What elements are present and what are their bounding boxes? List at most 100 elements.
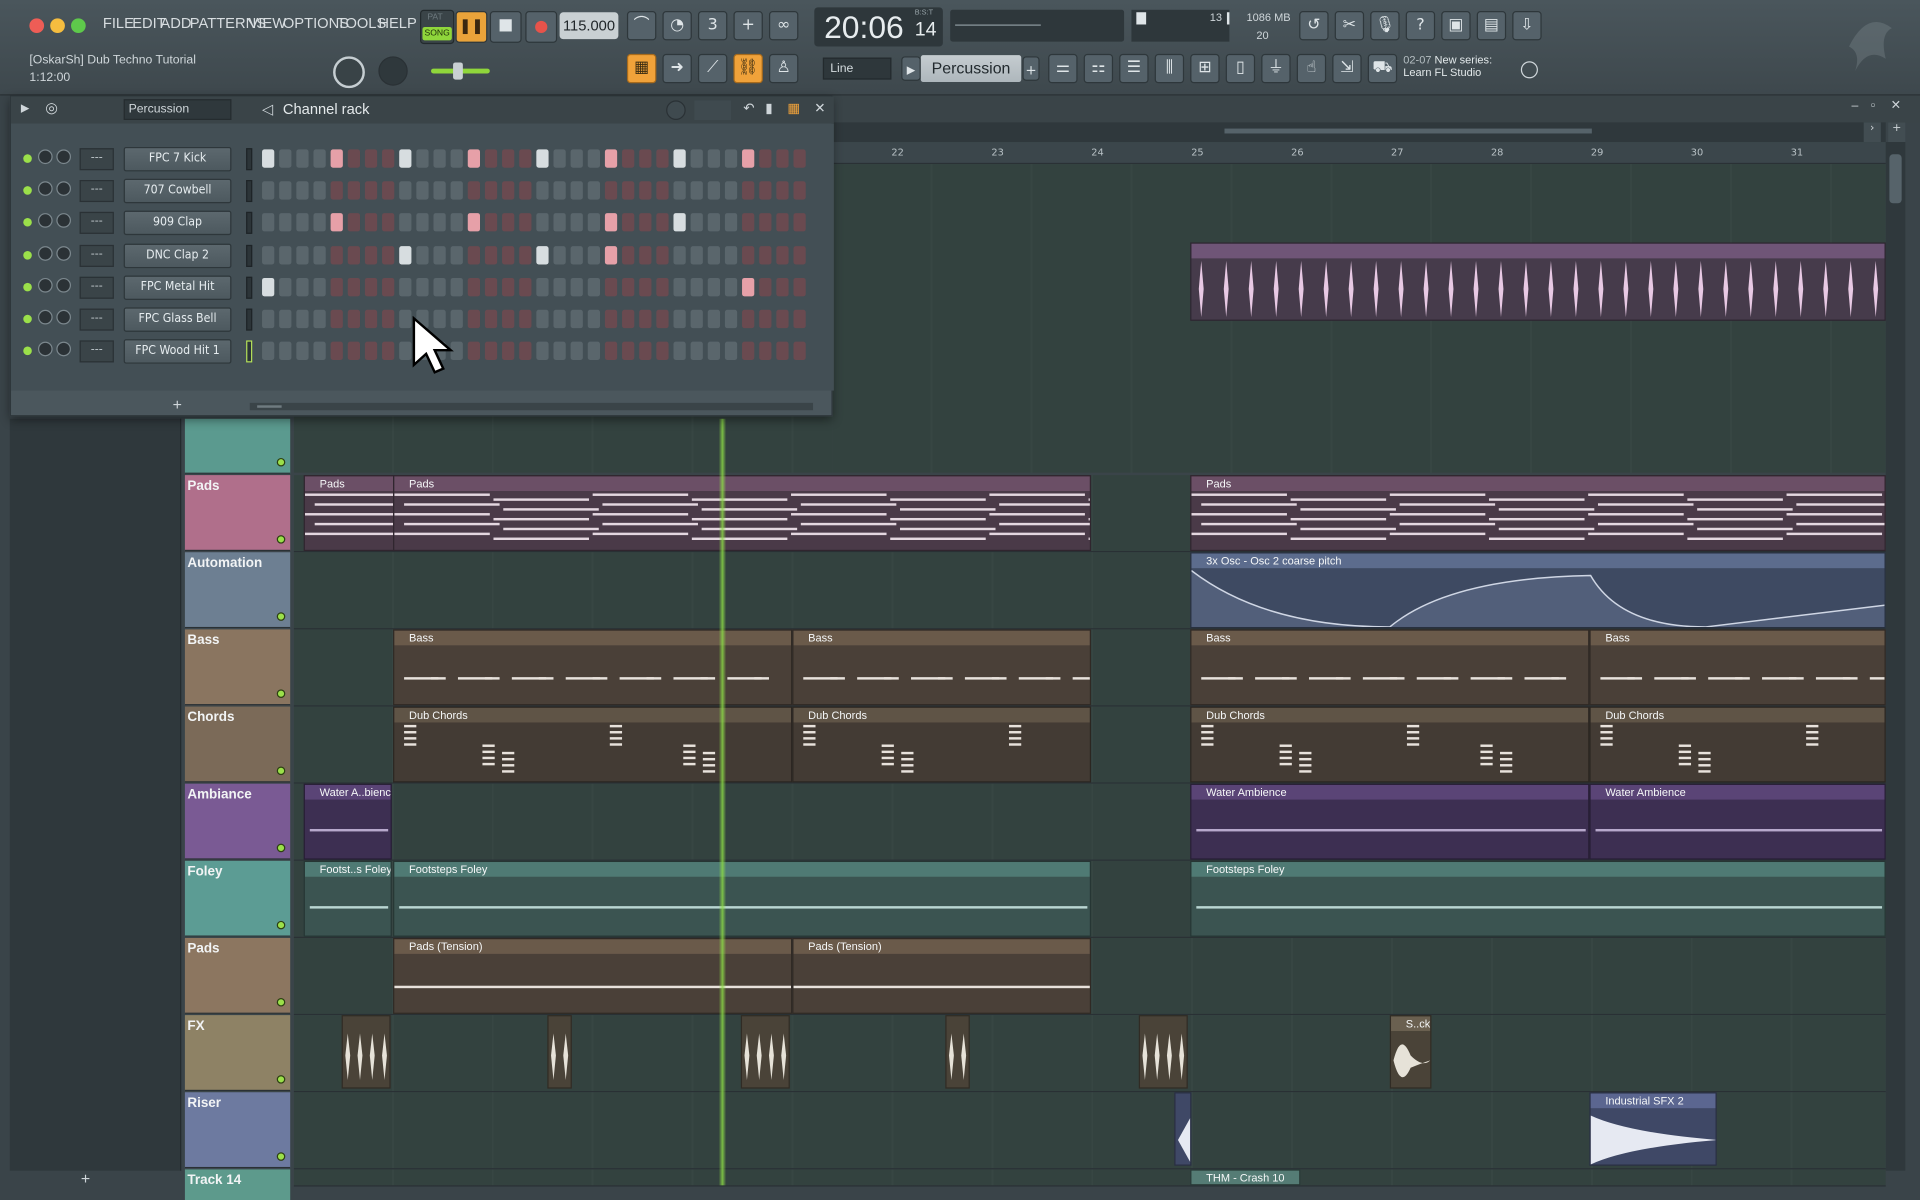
track-mute-led[interactable] bbox=[276, 689, 286, 698]
track-mute-led[interactable] bbox=[276, 843, 286, 853]
step-button[interactable] bbox=[793, 181, 806, 200]
step-button[interactable] bbox=[519, 213, 532, 232]
channel-route-box[interactable]: --- bbox=[79, 276, 114, 299]
add-pattern-button[interactable]: + bbox=[1022, 56, 1040, 81]
step-button[interactable] bbox=[604, 277, 618, 297]
step-button[interactable] bbox=[742, 309, 755, 329]
channel-pan-knob[interactable] bbox=[37, 309, 53, 325]
step-button[interactable] bbox=[604, 341, 618, 361]
graph-icon[interactable]: ▮ bbox=[765, 100, 772, 117]
step-button[interactable] bbox=[570, 181, 583, 200]
step-button[interactable] bbox=[673, 181, 686, 200]
step-button[interactable] bbox=[553, 245, 566, 264]
step-button[interactable] bbox=[707, 149, 721, 168]
step-button[interactable] bbox=[364, 181, 378, 200]
step-button[interactable] bbox=[382, 245, 395, 264]
add-channel-button[interactable]: + bbox=[173, 396, 182, 414]
step-button[interactable] bbox=[536, 245, 549, 264]
step-button[interactable] bbox=[724, 277, 738, 297]
chords-clip[interactable]: Dub Chords bbox=[792, 706, 1092, 783]
step-button[interactable] bbox=[364, 149, 378, 168]
pads-clip[interactable]: Pads bbox=[1190, 475, 1886, 552]
step-button[interactable] bbox=[467, 277, 481, 297]
bass-clip[interactable]: Bass bbox=[1190, 629, 1590, 706]
step-button[interactable] bbox=[742, 213, 755, 232]
channel-route-box[interactable]: --- bbox=[79, 148, 114, 171]
step-button[interactable] bbox=[724, 309, 738, 329]
step-button[interactable] bbox=[793, 277, 806, 297]
step-button[interactable] bbox=[793, 245, 806, 264]
step-button[interactable] bbox=[519, 277, 532, 297]
step-button[interactable] bbox=[313, 213, 326, 232]
step-button[interactable] bbox=[536, 309, 549, 329]
step-button[interactable] bbox=[707, 341, 721, 361]
step-button[interactable] bbox=[639, 309, 652, 329]
fx-clip[interactable] bbox=[1138, 1015, 1188, 1089]
step-button[interactable] bbox=[330, 149, 343, 168]
step-button[interactable] bbox=[279, 309, 292, 329]
countdown-icon[interactable]: 3 bbox=[697, 11, 728, 41]
step-button[interactable] bbox=[587, 181, 601, 200]
bass-clip[interactable]: Bass bbox=[1589, 629, 1886, 706]
step-button[interactable] bbox=[450, 149, 463, 168]
step-button[interactable] bbox=[742, 341, 755, 361]
step-button[interactable] bbox=[433, 181, 446, 200]
browser-icon[interactable]: ⊞ bbox=[1190, 53, 1220, 84]
globe-icon[interactable] bbox=[1520, 61, 1538, 79]
step-button[interactable] bbox=[570, 277, 583, 297]
step-button[interactable] bbox=[296, 181, 309, 200]
step-button[interactable] bbox=[399, 149, 412, 168]
channel-select-indicator[interactable] bbox=[246, 276, 253, 299]
step-button[interactable] bbox=[484, 245, 498, 264]
step-button[interactable] bbox=[673, 341, 686, 361]
step-button[interactable] bbox=[502, 181, 515, 200]
channel-pan-knob[interactable] bbox=[37, 245, 53, 261]
step-button[interactable] bbox=[262, 149, 275, 168]
channel-select-indicator[interactable] bbox=[246, 148, 253, 171]
step-button[interactable] bbox=[587, 277, 601, 297]
step-button[interactable] bbox=[724, 245, 738, 264]
save-icon[interactable]: ▣ bbox=[1441, 11, 1471, 41]
automation-clip[interactable]: 3x Osc - Osc 2 coarse pitch bbox=[1190, 552, 1886, 629]
output-icon[interactable]: ⇲ bbox=[1332, 53, 1362, 84]
pads-tension-clip[interactable]: Pads (Tension) bbox=[792, 937, 1092, 1014]
step-button[interactable] bbox=[279, 149, 292, 168]
step-button[interactable] bbox=[347, 213, 361, 232]
track-header[interactable]: Automation bbox=[184, 552, 291, 629]
step-button[interactable] bbox=[502, 245, 515, 264]
step-button[interactable] bbox=[690, 181, 703, 200]
track-header[interactable] bbox=[184, 418, 291, 474]
step-button[interactable] bbox=[330, 181, 343, 200]
step-button[interactable] bbox=[484, 341, 498, 361]
step-button[interactable] bbox=[707, 309, 721, 329]
step-button[interactable] bbox=[622, 213, 635, 232]
step-button[interactable] bbox=[622, 341, 635, 361]
step-button[interactable] bbox=[793, 213, 806, 232]
rack-close-icon[interactable]: ✕ bbox=[814, 100, 825, 117]
news-panel[interactable]: 02-07 New series: Learn FL Studio bbox=[1403, 54, 1492, 78]
menu-add[interactable]: ADD bbox=[160, 15, 191, 32]
step-button[interactable] bbox=[262, 277, 275, 297]
step-button[interactable] bbox=[639, 277, 652, 297]
channel-row[interactable]: --- DNC Clap 2 bbox=[11, 240, 834, 272]
step-button[interactable] bbox=[382, 213, 395, 232]
step-button[interactable] bbox=[313, 277, 326, 297]
step-button[interactable] bbox=[724, 149, 738, 168]
reset-icon[interactable]: ↺ bbox=[1299, 11, 1329, 41]
step-button[interactable] bbox=[347, 341, 361, 361]
step-button[interactable] bbox=[347, 277, 361, 297]
step-button[interactable] bbox=[639, 213, 652, 232]
link-icon[interactable]: ⛓ bbox=[733, 53, 763, 84]
step-button[interactable] bbox=[776, 341, 789, 361]
channel-name-button[interactable]: DNC Clap 2 bbox=[123, 243, 232, 268]
step-button[interactable] bbox=[587, 309, 601, 329]
step-button[interactable] bbox=[330, 277, 343, 297]
step-button[interactable] bbox=[707, 277, 721, 297]
step-button[interactable] bbox=[416, 213, 429, 232]
step-button[interactable] bbox=[382, 309, 395, 329]
track-header[interactable]: FX bbox=[184, 1015, 291, 1092]
step-button[interactable] bbox=[262, 309, 275, 329]
step-button[interactable] bbox=[776, 277, 789, 297]
channel-volume-knob[interactable] bbox=[56, 245, 72, 261]
fx-clip[interactable] bbox=[341, 1015, 391, 1089]
